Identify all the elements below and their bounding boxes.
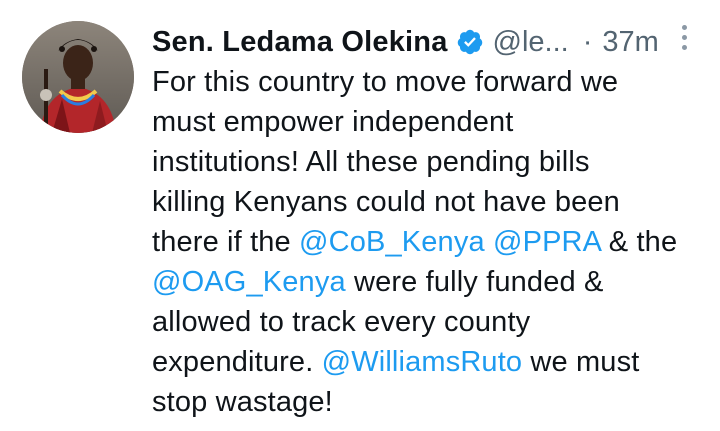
tweet-text-segment: there if the — [152, 226, 300, 258]
tweet-card[interactable]: Sen. Ledama Olekina @le... · 37m For thi… — [0, 0, 720, 431]
tweet-text-segment: must empower independent — [152, 106, 514, 138]
tweet-text-line: must empower independent — [152, 102, 708, 142]
author-handle[interactable]: @le... — [493, 26, 569, 59]
mention-link[interactable]: @PPRA — [493, 226, 601, 258]
tweet-text-line: stop wastage! — [152, 382, 708, 422]
tweet-text-segment: expenditure. — [152, 346, 322, 378]
tweet-text: For this country to move forward we must … — [152, 62, 708, 422]
tweet-text-line: For this country to move forward we — [152, 62, 708, 102]
tweet-text-segment: killing Kenyans could not have been — [152, 186, 620, 218]
author-name[interactable]: Sen. Ledama Olekina — [152, 26, 448, 59]
more-vertical-icon[interactable] — [678, 25, 690, 57]
dot-separator: · — [582, 25, 593, 58]
mention-link[interactable]: @OAG_Kenya — [152, 266, 346, 298]
tweet-text-line: killing Kenyans could not have been — [152, 182, 708, 222]
mention-link[interactable]: @CoB_Kenya — [299, 226, 485, 258]
tweet-text-segment: stop wastage! — [152, 386, 333, 418]
mention-link[interactable]: @WilliamsRuto — [322, 346, 523, 378]
verified-badge-icon — [456, 28, 484, 56]
tweet-header: Sen. Ledama Olekina @le... · 37m — [152, 22, 692, 62]
tweet-text-line: allowed to track every county — [152, 302, 708, 342]
tweet-text-segment: & the — [600, 226, 678, 258]
tweet-text-segment: were fully funded & — [345, 266, 604, 298]
tweet-text-line: there if the @CoB_Kenya @PPRA & the — [152, 222, 708, 262]
tweet-text-line: @OAG_Kenya were fully funded & — [152, 262, 708, 302]
tweet-text-segment: we must — [522, 346, 640, 378]
tweet-text-segment: institutions! All these pending bills — [152, 146, 590, 178]
avatar[interactable] — [22, 21, 134, 133]
tweet-text-segment: For this country to move forward we — [152, 66, 619, 98]
tweet-text-segment: allowed to track every county — [152, 306, 531, 338]
timestamp[interactable]: 37m — [602, 26, 658, 59]
tweet-text-line: expenditure. @WilliamsRuto we must — [152, 342, 708, 382]
tweet-text-line: institutions! All these pending bills — [152, 142, 708, 182]
tweet-text-segment — [485, 226, 493, 258]
